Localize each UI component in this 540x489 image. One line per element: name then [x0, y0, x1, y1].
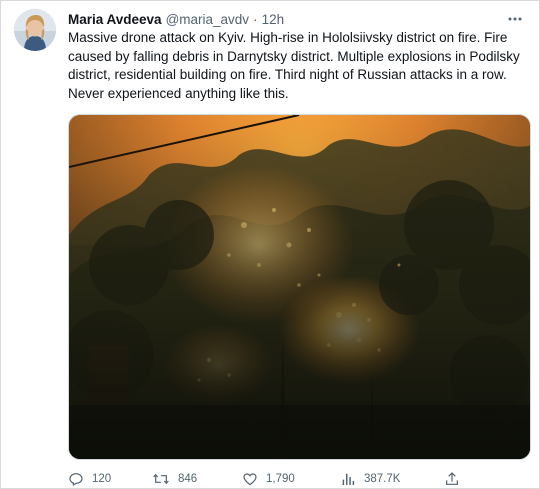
tweet-text: Massive drone attack on Kyiv. High-rise … — [68, 30, 520, 101]
like-icon — [243, 473, 257, 486]
author-name[interactable]: Maria Avdeeva — [68, 12, 162, 27]
views-icon — [342, 473, 355, 485]
more-button[interactable] — [505, 9, 525, 29]
share-button[interactable] — [444, 471, 468, 487]
reply-icon — [69, 473, 83, 486]
retweet-count: 846 — [178, 473, 198, 485]
like-count: 1,790 — [266, 473, 295, 485]
tweet-photo[interactable] — [68, 114, 531, 460]
reply-count: 120 — [92, 473, 112, 485]
views-button[interactable]: 387.7K — [340, 471, 400, 487]
fire-night-photo — [69, 115, 530, 459]
retweet-button[interactable]: 846 — [152, 471, 197, 487]
views-count: 387.7K — [364, 473, 401, 485]
like-button[interactable]: 1,790 — [242, 471, 295, 487]
tweet-header: Maria Avdeeva @maria_avdv · 12h — [68, 9, 499, 29]
separator-dot: · — [253, 11, 258, 27]
share-icon — [446, 472, 458, 485]
tweet-time[interactable]: 12h — [262, 12, 285, 27]
tweet-actions: 120 846 1,790 387.7K — [68, 471, 531, 489]
tweet-card: Maria Avdeeva @maria_avdv · 12h Massive … — [0, 0, 540, 489]
author-handle[interactable]: @maria_avdv — [166, 12, 250, 27]
avatar[interactable] — [14, 9, 56, 51]
more-icon — [508, 17, 522, 21]
retweet-icon — [153, 473, 169, 485]
avatar-image — [14, 9, 56, 51]
reply-button[interactable]: 120 — [68, 471, 111, 487]
